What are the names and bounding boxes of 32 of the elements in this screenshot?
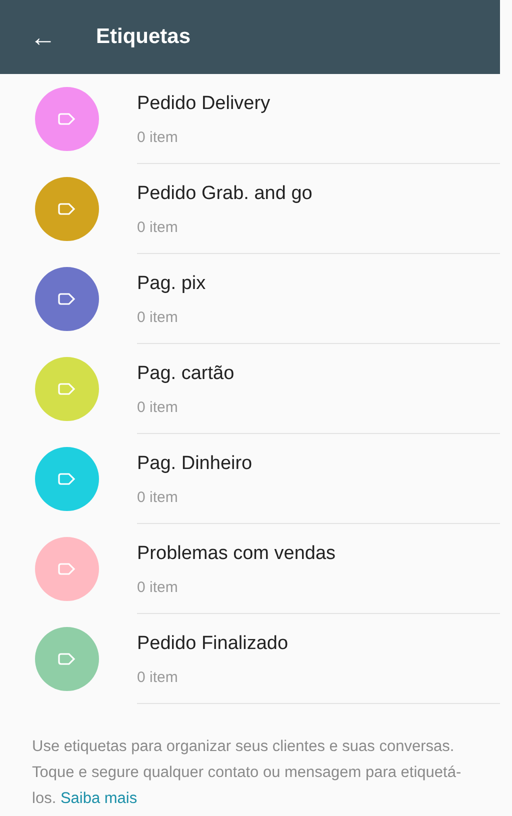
tag-icon (58, 113, 76, 125)
label-row[interactable]: Pag. pix 0 item (0, 254, 500, 344)
label-row[interactable]: Pedido Finalizado 0 item (0, 614, 500, 704)
label-count: 0 item (137, 308, 179, 328)
label-name: Pedido Delivery (137, 92, 272, 116)
label-count: 0 item (137, 128, 179, 148)
back-button[interactable]: ← (30, 24, 56, 50)
label-name: Pedido Grab. and go (137, 182, 314, 206)
label-count: 0 item (137, 488, 179, 508)
label-name: Pag. cartão (137, 362, 236, 386)
label-name: Problemas com vendas (137, 542, 337, 566)
label-count: 0 item (137, 218, 179, 238)
label-count: 0 item (137, 668, 179, 688)
label-row[interactable]: Pedido Grab. and go 0 item (0, 164, 500, 254)
label-name: Pag. pix (137, 272, 207, 296)
label-count: 0 item (137, 398, 179, 418)
label-name: Pag. Dinheiro (137, 452, 254, 476)
screen-title: Etiquetas (96, 24, 191, 50)
tag-icon (58, 383, 76, 395)
learn-more-link[interactable]: Saiba mais (60, 790, 138, 807)
tag-icon (58, 473, 76, 485)
label-row[interactable]: Pag. Dinheiro 0 item (0, 434, 500, 524)
label-name: Pedido Finalizado (137, 632, 290, 656)
label-row[interactable]: Problemas com vendas 0 item (0, 524, 500, 614)
tag-icon (58, 653, 76, 665)
label-count: 0 item (137, 578, 179, 598)
tag-icon (58, 203, 76, 215)
label-row[interactable]: Pedido Delivery 0 item (0, 74, 500, 164)
label-row[interactable]: Pag. cartão 0 item (0, 344, 500, 434)
tag-icon (58, 293, 76, 305)
help-text: Use etiquetas para organizar seus clientes e suas conversas. Toque e segure qualquer contato ou mensagem para etiquetá-los. Saiba mais (31, 737, 462, 809)
tag-icon (58, 563, 76, 575)
